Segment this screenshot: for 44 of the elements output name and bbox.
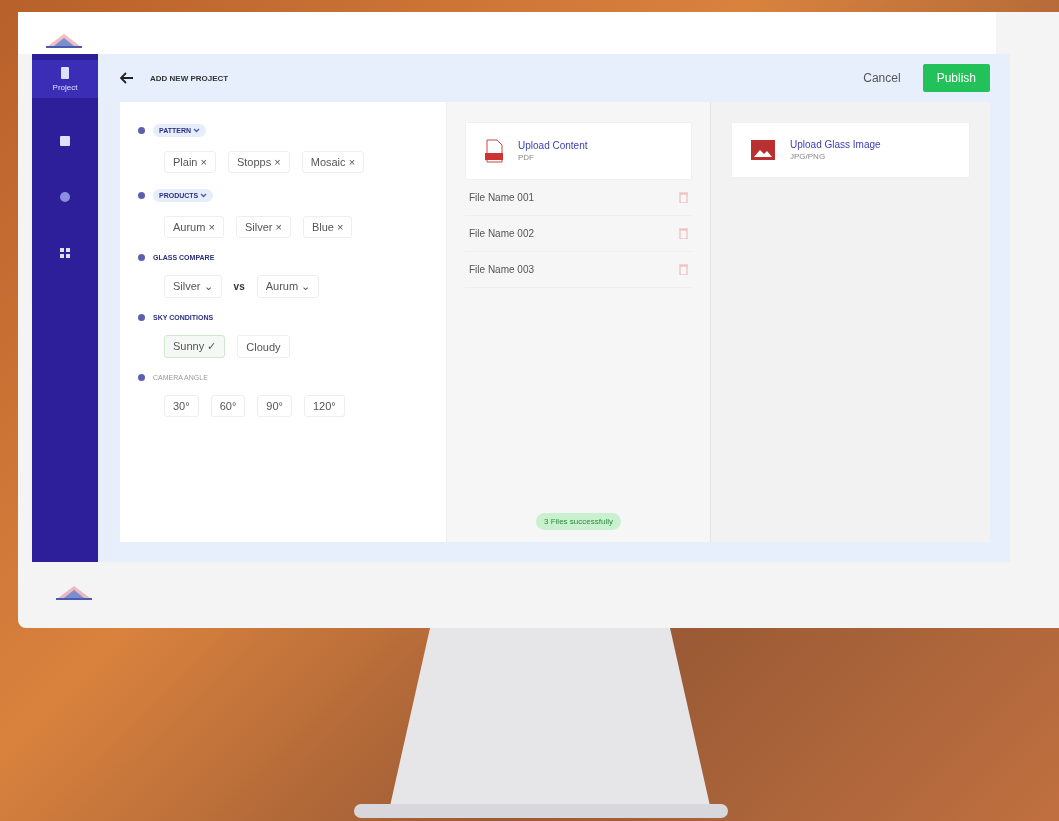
upload-title: Upload Glass Image [790, 139, 881, 150]
tag-chip[interactable]: Blue × [302, 216, 353, 238]
angle-chip[interactable]: 60° [210, 395, 246, 417]
pdf-file-icon [484, 139, 504, 163]
step-dot [138, 374, 145, 381]
sidebar-item[interactable]: Project [32, 60, 98, 98]
document-icon [58, 66, 72, 80]
step-dot [138, 314, 145, 321]
option-chip[interactable]: Sunny ✓ [164, 335, 226, 358]
angle-chip[interactable]: 30° [164, 395, 199, 417]
tag-chip[interactable]: Silver × [235, 216, 291, 238]
upload-content-card[interactable]: Upload Content PDF [465, 122, 692, 180]
status-badge: 3 Files successfully [536, 513, 621, 530]
option-chip[interactable]: Cloudy [237, 335, 290, 358]
back-arrow-icon[interactable] [120, 72, 134, 84]
upload-title: Upload Content [518, 140, 588, 151]
file-name: File Name 003 [469, 264, 535, 275]
file-name: File Name 002 [469, 228, 535, 239]
upload-image-card[interactable]: Upload Glass Image JPG/PNG [731, 122, 970, 178]
cancel-button[interactable]: Cancel [857, 70, 907, 86]
versus-label: vs [233, 281, 245, 292]
select-dropdown[interactable]: Aurum ⌄ [256, 275, 320, 298]
upload-subtitle: JPG/PNG [790, 152, 827, 161]
logo-icon [44, 32, 84, 48]
file-icon [58, 134, 72, 148]
chevron-down-icon [200, 193, 208, 198]
step-dot [138, 127, 145, 134]
tag-chip[interactable]: Stopps × [227, 151, 290, 173]
angle-chip[interactable]: 120° [303, 395, 345, 417]
grid-icon [58, 246, 72, 260]
chevron-down-icon [193, 128, 200, 133]
upload-subtitle: PDF [518, 153, 535, 162]
angle-chip[interactable]: 90° [257, 395, 292, 417]
image-icon [750, 139, 776, 161]
brand-logo-icon [54, 584, 94, 600]
tag-chip[interactable]: Plain × [164, 151, 216, 173]
tag-chip[interactable]: Mosaic × [301, 151, 365, 173]
step-dot [138, 254, 145, 261]
step-dot [138, 192, 145, 199]
tag-chip[interactable]: Aurum × [164, 216, 224, 238]
circle-icon [58, 190, 72, 204]
page-title: ADD NEW PROJECT [150, 73, 230, 83]
select-dropdown[interactable]: Silver ⌄ [164, 275, 222, 298]
file-name: File Name 001 [469, 192, 535, 203]
